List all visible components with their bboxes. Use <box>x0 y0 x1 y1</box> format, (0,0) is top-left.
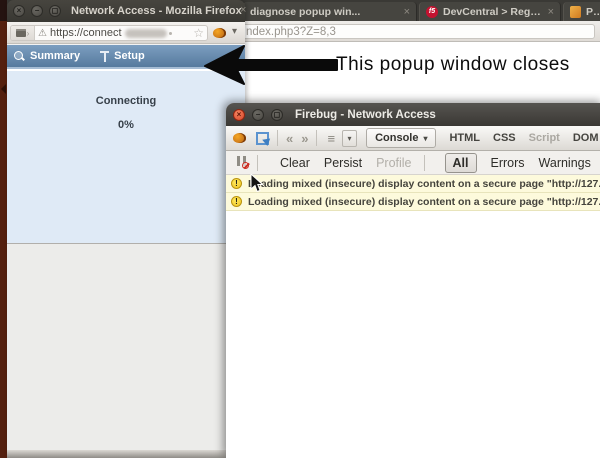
tab-setup-label: Setup <box>114 50 145 62</box>
filter-errors-button[interactable]: Errors <box>491 156 525 170</box>
tab-pos[interactable]: Pos <box>563 2 600 21</box>
popup-content: Connecting 0% <box>7 71 245 243</box>
popup-bottom-edge <box>7 450 245 458</box>
background-url-text: ndex.php3?Z=8,3 <box>246 26 336 38</box>
filter-warnings-button[interactable]: Warnings <box>539 156 591 170</box>
clear-button[interactable]: Clear <box>280 156 310 170</box>
console-toolbar: Clear Persist Profile All Errors Warning… <box>226 151 600 175</box>
firebug-menu-icon[interactable] <box>233 133 246 143</box>
panel-tab-console[interactable]: Console ▾ <box>366 128 436 148</box>
page-icon <box>570 6 581 18</box>
tab-diagnose-popup[interactable]: diagnose popup win... × <box>243 2 417 21</box>
redacted-dot <box>169 32 172 35</box>
warning-message: Loading mixed (insecure) display content… <box>248 196 600 208</box>
popup-window-title: Network Access - Mozilla Firefox <box>71 5 242 17</box>
console-tab-label: Console <box>375 132 418 144</box>
tab-summary[interactable]: Summary <box>14 50 80 62</box>
panel-tab-html[interactable]: HTML <box>449 132 480 144</box>
toolbar-dropdown-icon[interactable]: ▾ <box>342 130 357 147</box>
maximize-button[interactable]: ◻ <box>271 109 283 121</box>
persist-button[interactable]: Persist <box>324 156 362 170</box>
tab-setup[interactable]: Setup <box>100 50 145 62</box>
firebug-window: × − ◻ Firebug - Network Access « » ≡ ▾ C… <box>226 103 600 458</box>
break-on-errors-icon[interactable] <box>235 156 249 169</box>
toolbar-separator <box>257 155 258 171</box>
warning-icon: ! <box>231 178 242 189</box>
panel-list-icon[interactable]: ≡ <box>327 131 335 146</box>
firebug-main-toolbar: « » ≡ ▾ Console ▾ HTML CSS Script DOM Ne… <box>226 126 600 151</box>
mouse-cursor <box>250 174 264 194</box>
desktop-edge-top <box>0 0 7 21</box>
tab-close-icon[interactable]: × <box>548 6 554 18</box>
scroll-arrow-icon <box>1 84 6 94</box>
firebug-icon[interactable] <box>213 28 226 38</box>
connection-status: Connecting <box>7 95 245 107</box>
dropdown-caret-icon[interactable]: ▾ <box>232 26 237 37</box>
console-log-area: ! Loading mixed (insecure) display conte… <box>226 175 600 458</box>
tab-label: Pos <box>586 6 600 18</box>
magnifier-icon <box>14 51 25 62</box>
firebug-title-bar[interactable]: × − ◻ Firebug - Network Access <box>226 103 600 126</box>
filter-all-button[interactable]: All <box>445 153 477 173</box>
warning-icon: ! <box>231 196 242 207</box>
popup-lower-panel <box>7 243 245 450</box>
tab-summary-label: Summary <box>30 50 80 62</box>
site-icon <box>16 29 26 37</box>
tab-label: DevCentral > Register <box>443 6 543 18</box>
console-warning-row[interactable]: ! Loading mixed (insecure) display conte… <box>226 175 600 193</box>
tab-devcentral-register[interactable]: f5 DevCentral > Register × <box>419 2 561 21</box>
f5-logo-icon: f5 <box>426 6 438 18</box>
desktop-edge <box>0 0 7 458</box>
maximize-button[interactable]: ◻ <box>49 5 61 17</box>
annotation-arrow-icon <box>200 44 338 86</box>
screen: diagnose popup win... × f5 DevCentral > … <box>0 0 600 458</box>
tab-label: diagnose popup win... <box>250 6 360 18</box>
popup-title-bar[interactable]: × − ◻ Network Access - Mozilla Firefox <box>7 0 245 22</box>
progress-percent: 0% <box>7 119 245 131</box>
toolbar-separator <box>277 130 278 146</box>
close-button[interactable]: × <box>233 109 245 121</box>
back-icon[interactable]: « <box>286 131 293 146</box>
site-identity-button[interactable]: › <box>11 26 35 40</box>
minimize-button[interactable]: − <box>31 5 43 17</box>
warning-message: Loading mixed (insecure) display content… <box>248 178 600 190</box>
chevron-down-icon: ▾ <box>423 134 427 143</box>
close-button[interactable]: × <box>13 5 25 17</box>
popup-url-field[interactable]: › ⚠ https://connect ☆ <box>10 25 208 41</box>
minimize-button[interactable]: − <box>252 109 264 121</box>
bookmark-star-icon[interactable]: ☆ <box>193 26 204 40</box>
popup-nav-bar: › ⚠ https://connect ☆ ▾ <box>7 22 245 44</box>
hidden-tab-close-icon[interactable]: × <box>240 4 246 16</box>
popup-url-text: https://connect <box>50 27 122 39</box>
chevron-right-icon: › <box>27 29 30 38</box>
console-warning-row[interactable]: ! Loading mixed (insecure) display conte… <box>226 193 600 211</box>
toolbar-separator <box>316 130 317 146</box>
security-warning-icon: ⚠ <box>38 28 47 39</box>
annotation-text: This popup window closes <box>336 54 570 76</box>
profile-button[interactable]: Profile <box>376 156 411 170</box>
panel-tab-css[interactable]: CSS <box>493 132 516 144</box>
setup-tool-icon <box>100 51 109 62</box>
forward-icon[interactable]: » <box>301 131 308 146</box>
background-url-field[interactable]: ndex.php3?Z=8,3 <box>233 24 595 39</box>
panel-tab-dom[interactable]: DOM <box>573 132 599 144</box>
redacted-domain <box>125 29 167 38</box>
tab-close-icon[interactable]: × <box>404 6 410 18</box>
annotation: This popup window closes <box>200 44 570 86</box>
panel-tab-script[interactable]: Script <box>529 132 560 144</box>
firebug-window-title: Firebug - Network Access <box>295 109 436 121</box>
toolbar-separator <box>424 155 425 171</box>
inspect-element-icon[interactable] <box>256 132 269 145</box>
